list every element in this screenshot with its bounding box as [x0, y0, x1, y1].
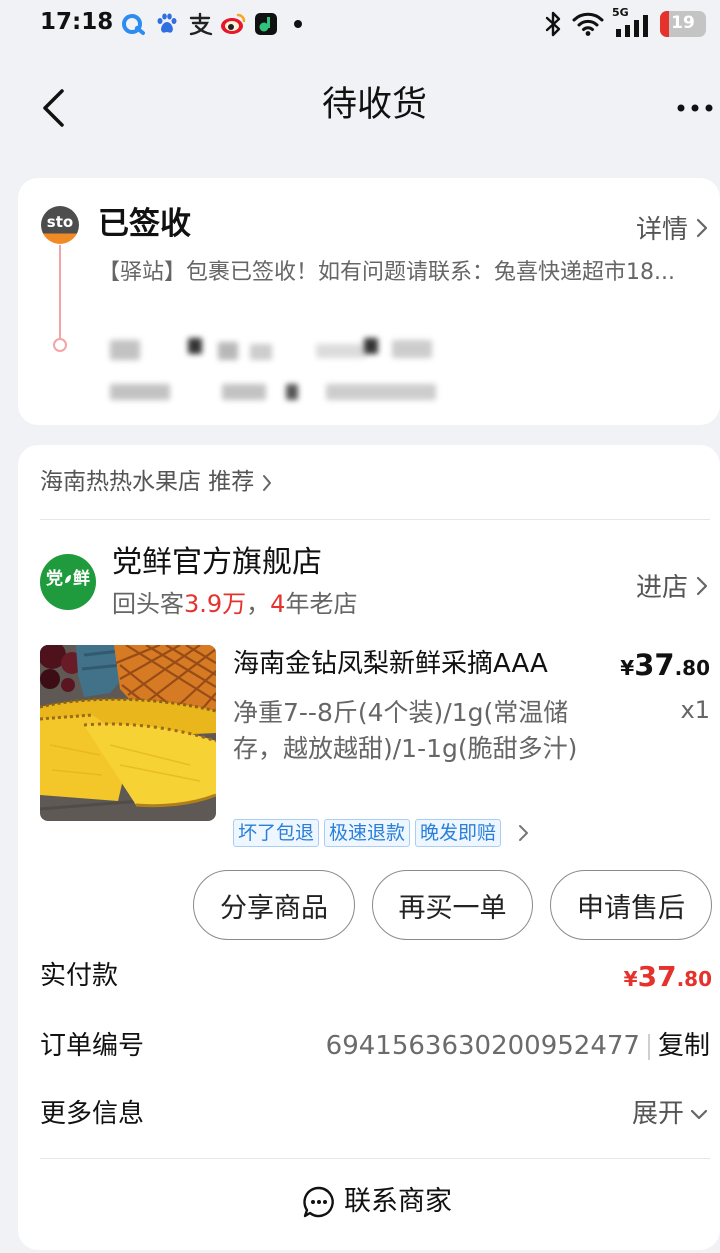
- shop-stats: 回头客3.9万，4年老店: [112, 590, 357, 619]
- product-price: ¥37.80: [620, 648, 710, 682]
- shop-years: 4: [270, 590, 286, 618]
- delivery-message: 【驿站】包裹已签收！如有问题请联系：兔喜快递超市18...: [98, 260, 675, 285]
- order-number-label: 订单编号: [40, 1031, 145, 1061]
- order-number-value: 6941563630200952477: [325, 1031, 640, 1061]
- order-number-group: 6941563630200952477 复制: [326, 1031, 710, 1062]
- chevron-left-icon: [43, 89, 64, 127]
- signal-icon: [616, 15, 648, 37]
- chevron-right-icon: [263, 474, 272, 491]
- section-divider: [40, 519, 710, 520]
- payment-integer: 37: [637, 960, 677, 993]
- alipay-icon: [189, 12, 213, 36]
- more-button[interactable]: [672, 94, 718, 122]
- payment-currency: ¥: [623, 967, 638, 991]
- logistics-card[interactable]: sto 已签收 详情 【驿站】包裹已签收！如有问题请联系：兔喜快递超市18...: [18, 178, 720, 425]
- section-divider: [40, 1158, 710, 1159]
- chat-icon: [303, 1186, 334, 1218]
- enter-shop-label: 进店: [635, 573, 688, 603]
- returning-count: 3.9万: [184, 590, 247, 618]
- share-product-button[interactable]: 分享商品: [193, 870, 355, 940]
- shop-logo[interactable]: 党 鲜: [40, 554, 96, 610]
- contact-merchant-button[interactable]: 联系商家: [302, 1182, 452, 1222]
- service-tag: 晚发即赔: [415, 819, 502, 847]
- bluetooth-icon: [545, 11, 561, 37]
- service-tag: 极速退款: [324, 819, 411, 847]
- price-currency: ¥: [620, 656, 635, 680]
- product-title[interactable]: 海南金钻凤梨新鲜采摘AAA: [233, 649, 548, 680]
- more-info-label: 更多信息: [40, 1099, 145, 1129]
- shop-name[interactable]: 党鲜官方旗舰店: [112, 545, 322, 581]
- back-button[interactable]: [30, 82, 80, 132]
- copy-button[interactable]: 复制: [658, 1031, 710, 1062]
- status-bar: 17:18 5G 19: [0, 0, 720, 48]
- leaf-icon: [65, 575, 71, 583]
- tracking-dot: [53, 338, 67, 352]
- shop-logo-char: 党: [46, 568, 63, 589]
- shop-logo-char: 鲜: [73, 568, 90, 589]
- shop-years-suffix: 年老店: [285, 590, 358, 618]
- product-spec: 净重7--8斤(4个装)/1g(常温储存，越放越甜)/1-1g(脆甜多汁): [233, 698, 578, 763]
- music-app-icon: [255, 13, 277, 35]
- recommend-label: 海南热热水果店 推荐: [40, 469, 255, 495]
- price-integer: 37: [634, 648, 675, 682]
- recommend-link[interactable]: 海南热热水果店 推荐: [40, 469, 272, 497]
- payment-decimal: .80: [676, 967, 712, 991]
- expand-toggle[interactable]: 展开: [632, 1099, 708, 1130]
- product-image[interactable]: [40, 645, 216, 821]
- product-quantity: x1: [680, 696, 710, 724]
- expand-label: 展开: [631, 1099, 684, 1129]
- tracking-line: [59, 245, 61, 338]
- delivery-status: 已签收: [98, 206, 191, 242]
- q-app-icon: [122, 14, 145, 35]
- payment-amount: ¥37.80: [624, 960, 712, 993]
- page-title: 待收货: [322, 85, 428, 125]
- chevron-down-icon: [690, 1109, 708, 1119]
- copy-divider: [647, 1033, 650, 1060]
- carrier-logo: sto: [41, 206, 79, 244]
- chevron-right-icon: [696, 576, 708, 595]
- stats-separator: ，: [246, 590, 271, 618]
- logistics-detail-label: 详情: [635, 215, 688, 245]
- battery-icon: 19: [660, 11, 706, 37]
- chevron-right-icon: [696, 218, 708, 237]
- price-decimal: .80: [674, 656, 710, 680]
- status-time: 17:18: [40, 9, 114, 35]
- logistics-detail-link[interactable]: 详情: [636, 209, 708, 246]
- payment-label: 实付款: [40, 961, 119, 991]
- more-icon: [677, 104, 713, 112]
- contact-merchant-label: 联系商家: [344, 1185, 452, 1217]
- wifi-icon: [572, 12, 604, 36]
- notification-dot-icon: [294, 20, 302, 28]
- service-tag: 坏了包退: [233, 819, 320, 847]
- baidu-paw-icon: [157, 13, 177, 33]
- order-card: 海南热热水果店 推荐 党 鲜 党鲜官方旗舰店 回头客3.9万，4年老店 进店 海…: [18, 445, 720, 1250]
- service-tags[interactable]: 坏了包退 极速退款 晚发即赔: [233, 819, 532, 847]
- battery-level-label: 19: [671, 13, 695, 33]
- order-detail-screen: 17:18 5G 19 待收货 sto 已签收 详情 【驿站】包裹已签收！如有问…: [0, 0, 720, 1253]
- buy-again-button[interactable]: 再买一单: [372, 870, 533, 940]
- chevron-right-icon: [519, 825, 529, 841]
- after-sales-button[interactable]: 申请售后: [550, 870, 712, 940]
- weibo-icon: [221, 13, 246, 34]
- enter-shop-link[interactable]: 进店: [636, 567, 708, 604]
- blurred-address: [110, 336, 450, 406]
- carrier-logo-text: sto: [46, 213, 74, 231]
- returning-prefix: 回头客: [112, 590, 184, 618]
